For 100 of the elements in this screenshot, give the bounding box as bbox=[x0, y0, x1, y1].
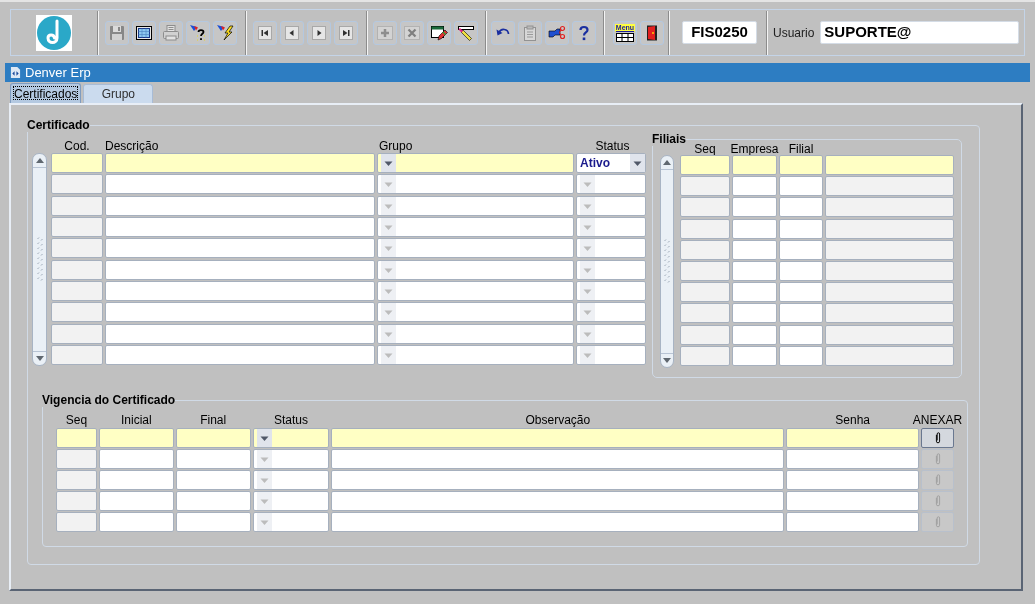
status-dropdown[interactable] bbox=[252, 512, 330, 532]
code-field[interactable] bbox=[51, 238, 103, 259]
seq-field[interactable] bbox=[680, 197, 730, 218]
notes-field[interactable] bbox=[331, 512, 785, 532]
seq-field[interactable] bbox=[56, 491, 97, 511]
date-field[interactable] bbox=[175, 512, 251, 532]
text-field[interactable] bbox=[825, 155, 954, 175]
company-field[interactable] bbox=[732, 155, 777, 175]
text-field[interactable] bbox=[825, 197, 954, 218]
notes-field[interactable] bbox=[331, 449, 785, 469]
status-dropdown[interactable] bbox=[252, 449, 330, 469]
status-dropdown[interactable] bbox=[576, 195, 646, 216]
date-field[interactable] bbox=[98, 512, 174, 532]
password-field[interactable] bbox=[786, 449, 920, 469]
status-dropdown[interactable] bbox=[576, 280, 646, 301]
status-dropdown[interactable] bbox=[576, 259, 646, 280]
seq-field[interactable] bbox=[680, 345, 730, 366]
group-dropdown[interactable] bbox=[377, 195, 574, 216]
text-field[interactable] bbox=[825, 282, 954, 303]
branch-field[interactable] bbox=[779, 282, 823, 303]
seq-field[interactable] bbox=[56, 512, 97, 532]
seq-field[interactable] bbox=[680, 218, 730, 239]
seq-field[interactable] bbox=[680, 260, 730, 281]
date-field[interactable] bbox=[175, 470, 251, 490]
group-dropdown[interactable] bbox=[377, 153, 574, 173]
branch-field[interactable] bbox=[779, 197, 823, 218]
code-field[interactable] bbox=[51, 323, 103, 344]
group-dropdown[interactable] bbox=[377, 280, 574, 301]
code-field[interactable] bbox=[51, 174, 103, 195]
code-field[interactable] bbox=[51, 344, 103, 365]
seq-field[interactable] bbox=[56, 428, 97, 448]
status-dropdown[interactable] bbox=[252, 491, 330, 511]
notes-field[interactable] bbox=[331, 470, 785, 490]
code-field[interactable] bbox=[51, 280, 103, 301]
code-field[interactable] bbox=[51, 217, 103, 237]
password-field[interactable] bbox=[786, 512, 920, 532]
group-dropdown[interactable] bbox=[377, 259, 574, 280]
seq-field[interactable] bbox=[680, 282, 730, 303]
notes-field[interactable] bbox=[331, 428, 785, 448]
company-field[interactable] bbox=[732, 239, 777, 260]
branch-field[interactable] bbox=[779, 345, 823, 366]
date-field[interactable] bbox=[98, 470, 174, 490]
status-dropdown[interactable] bbox=[576, 344, 646, 365]
branch-field[interactable] bbox=[779, 176, 823, 197]
description-field[interactable] bbox=[105, 238, 375, 259]
code-field[interactable] bbox=[51, 153, 103, 173]
description-field[interactable] bbox=[105, 217, 375, 237]
seq-field[interactable] bbox=[56, 449, 97, 469]
status-dropdown[interactable]: Ativo bbox=[576, 153, 646, 173]
date-field[interactable] bbox=[175, 449, 251, 469]
attach-button[interactable] bbox=[921, 428, 954, 448]
date-field[interactable] bbox=[98, 491, 174, 511]
text-field[interactable] bbox=[825, 176, 954, 197]
text-field[interactable] bbox=[825, 324, 954, 345]
description-field[interactable] bbox=[105, 323, 375, 344]
password-field[interactable] bbox=[786, 470, 920, 490]
text-field[interactable] bbox=[825, 345, 954, 366]
company-field[interactable] bbox=[732, 176, 777, 197]
seq-field[interactable] bbox=[680, 239, 730, 260]
code-field[interactable] bbox=[51, 302, 103, 323]
company-field[interactable] bbox=[732, 324, 777, 345]
seq-field[interactable] bbox=[680, 176, 730, 197]
branch-field[interactable] bbox=[779, 218, 823, 239]
group-dropdown[interactable] bbox=[377, 302, 574, 323]
company-field[interactable] bbox=[732, 345, 777, 366]
status-dropdown[interactable] bbox=[576, 217, 646, 237]
branch-field[interactable] bbox=[779, 260, 823, 281]
company-field[interactable] bbox=[732, 260, 777, 281]
branch-field[interactable] bbox=[779, 324, 823, 345]
description-field[interactable] bbox=[105, 302, 375, 323]
status-dropdown[interactable] bbox=[252, 428, 330, 448]
status-dropdown[interactable] bbox=[252, 470, 330, 490]
description-field[interactable] bbox=[105, 174, 375, 195]
seq-field[interactable] bbox=[680, 303, 730, 324]
date-field[interactable] bbox=[98, 449, 174, 469]
seq-field[interactable] bbox=[680, 155, 730, 175]
date-field[interactable] bbox=[175, 491, 251, 511]
description-field[interactable] bbox=[105, 195, 375, 216]
company-field[interactable] bbox=[732, 282, 777, 303]
code-field[interactable] bbox=[51, 195, 103, 216]
company-field[interactable] bbox=[732, 218, 777, 239]
branch-field[interactable] bbox=[779, 239, 823, 260]
group-dropdown[interactable] bbox=[377, 344, 574, 365]
date-field[interactable] bbox=[98, 428, 174, 448]
group-dropdown[interactable] bbox=[377, 238, 574, 259]
description-field[interactable] bbox=[105, 280, 375, 301]
company-field[interactable] bbox=[732, 197, 777, 218]
text-field[interactable] bbox=[825, 260, 954, 281]
group-dropdown[interactable] bbox=[377, 217, 574, 237]
scrollbar[interactable] bbox=[32, 153, 47, 366]
branch-field[interactable] bbox=[779, 303, 823, 324]
date-field[interactable] bbox=[175, 428, 251, 448]
status-dropdown[interactable] bbox=[576, 238, 646, 259]
text-field[interactable] bbox=[825, 303, 954, 324]
description-field[interactable] bbox=[105, 344, 375, 365]
notes-field[interactable] bbox=[331, 491, 785, 511]
status-dropdown[interactable] bbox=[576, 323, 646, 344]
password-field[interactable] bbox=[786, 491, 920, 511]
company-field[interactable] bbox=[732, 303, 777, 324]
text-field[interactable] bbox=[825, 218, 954, 239]
